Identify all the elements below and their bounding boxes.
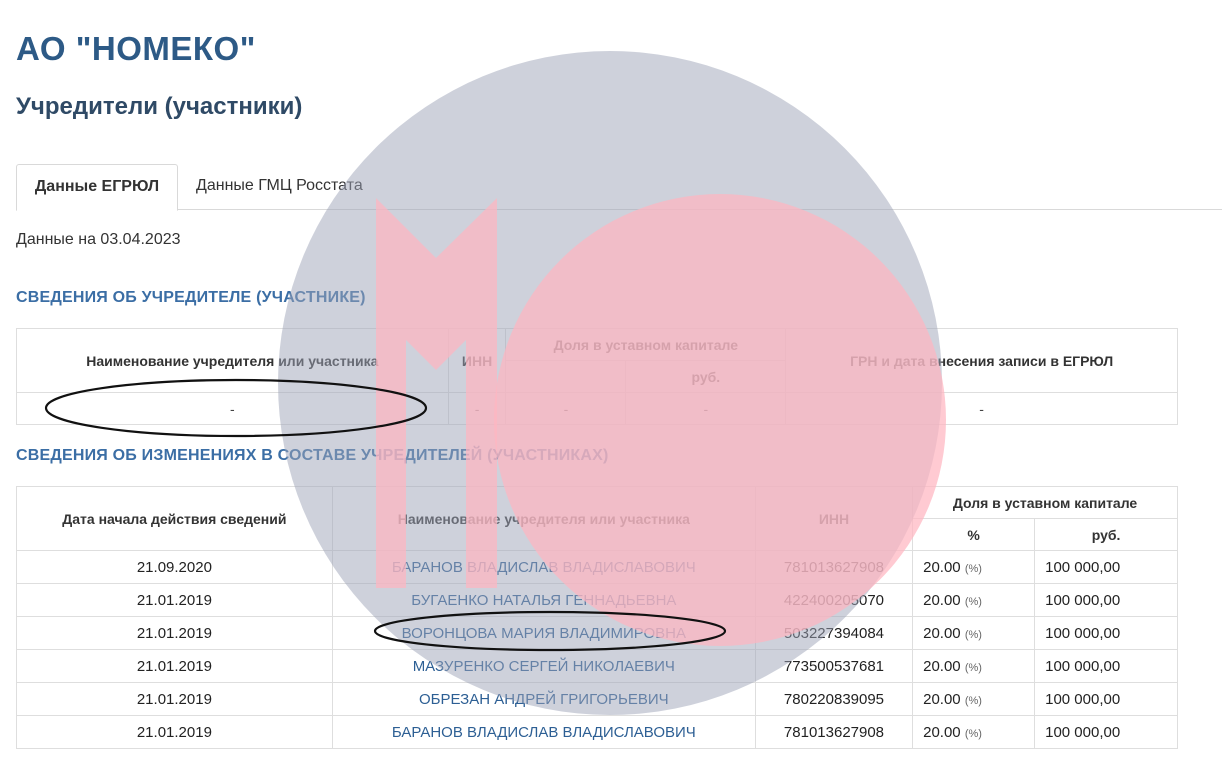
- cell-inn: 503227394084: [754, 616, 914, 650]
- pct-value: 20.00: [923, 624, 961, 642]
- founder-link[interactable]: БУГАЕНКО НАТАЛЬЯ ГЕННАДЬЕВНА: [411, 592, 676, 609]
- table-row: 21.01.2019 БАРАНОВ ВЛАДИСЛАВ ВЛАДИСЛАВОВИ…: [16, 715, 1178, 749]
- table-row: 21.01.2019 МАЗУРЕНКО СЕРГЕЙ НИКОЛАЕВИЧ 773…: [16, 649, 1178, 683]
- cell-inn: 773500537681: [754, 649, 914, 683]
- cell-name: МАЗУРЕНКО СЕРГЕЙ НИКОЛАЕВИЧ: [331, 649, 756, 683]
- founder-link[interactable]: БАРАНОВ ВЛАДИСЛАВ ВЛАДИСЛАВОВИЧ: [392, 724, 696, 741]
- cell-date: 21.01.2019: [16, 616, 333, 650]
- cell-rub: 100 000,00: [1034, 649, 1178, 683]
- tab-egrul[interactable]: Данные ЕГРЮЛ: [16, 164, 178, 211]
- cell-name: ВОРОНЦОВА МАРИЯ ВЛАДИМИРОВНА: [331, 616, 756, 650]
- table-row: 21.09.2020 БАРАНОВ ВЛАДИСЛАВ ВЛАДИСЛАВОВИ…: [16, 550, 1178, 584]
- cell-pct: 20.00 (%): [912, 682, 1036, 716]
- cell-rub: 100 000,00: [1034, 550, 1178, 584]
- col-header-share: Доля в уставном капитале: [912, 486, 1178, 519]
- col-header-name: Наименование учредителя или участника: [16, 328, 449, 393]
- cell-name: БАРАНОВ ВЛАДИСЛАВ ВЛАДИСЛАВОВИЧ: [331, 715, 756, 749]
- col-header-pct: %: [912, 518, 1036, 551]
- cell-date: 21.01.2019: [16, 649, 333, 683]
- founder-link[interactable]: БАРАНОВ ВЛАДИСЛАВ ВЛАДИСЛАВОВИЧ: [392, 559, 696, 576]
- col-header-rub: руб.: [625, 360, 787, 393]
- cell-pct: 20.00 (%): [912, 583, 1036, 617]
- tab-gmc-rosstat[interactable]: Данные ГМЦ Росстата: [196, 164, 363, 208]
- col-header-share: Доля в уставном капитале: [505, 328, 787, 361]
- cell-pct: 20.00 (%): [912, 616, 1036, 650]
- table-row: 21.01.2019 ОБРЕЗАН АНДРЕЙ ГРИГОРЬЕВИЧ 7802…: [16, 682, 1178, 716]
- col-header-name: Наименование учредителя или участника: [331, 486, 756, 551]
- cell-share-pct: -: [505, 392, 627, 425]
- pct-suffix: (%): [964, 595, 982, 608]
- pct-value: 20.00: [923, 723, 961, 741]
- cell-share-rub: -: [625, 392, 787, 425]
- cell-rub: 100 000,00: [1034, 616, 1178, 650]
- cell-rub: 100 000,00: [1034, 583, 1178, 617]
- col-header-date: Дата начала действия сведений: [16, 486, 333, 551]
- pct-value: 20.00: [923, 657, 961, 675]
- cell-pct: 20.00 (%): [912, 649, 1036, 683]
- cell-inn: 781013627908: [754, 715, 914, 749]
- col-header-share-blank: [505, 360, 627, 393]
- data-date: Данные на 03.04.2023: [16, 231, 181, 248]
- pct-suffix: (%): [964, 727, 982, 740]
- pct-value: 20.00: [923, 690, 961, 708]
- pct-suffix: (%): [964, 562, 982, 575]
- pct-value: 20.00: [923, 591, 961, 609]
- cell-name: БУГАЕНКО НАТАЛЬЯ ГЕННАДЬЕВНА: [331, 583, 756, 617]
- cell-name: -: [16, 392, 449, 425]
- cell-rub: 100 000,00: [1034, 682, 1178, 716]
- pct-value: 20.00: [923, 558, 961, 576]
- cell-name: БАРАНОВ ВЛАДИСЛАВ ВЛАДИСЛАВОВИЧ: [331, 550, 756, 584]
- changes-table: Дата начала действия сведений Наименован…: [16, 486, 1178, 749]
- table-row: 21.01.2019 ВОРОНЦОВА МАРИЯ ВЛАДИМИРОВНА 50…: [16, 616, 1178, 650]
- cell-grn: -: [785, 392, 1178, 425]
- pct-suffix: (%): [964, 628, 982, 641]
- pct-suffix: (%): [964, 694, 982, 707]
- cell-inn: 780220839095: [754, 682, 914, 716]
- cell-pct: 20.00 (%): [912, 550, 1036, 584]
- table-row: - - - - -: [16, 392, 1178, 425]
- cell-inn: 781013627908: [754, 550, 914, 584]
- pct-suffix: (%): [964, 661, 982, 674]
- col-header-inn: ИНН: [754, 486, 914, 551]
- founder-link[interactable]: МАЗУРЕНКО СЕРГЕЙ НИКОЛАЕВИЧ: [413, 658, 675, 675]
- col-header-inn: ИНН: [447, 328, 507, 393]
- col-header-rub: руб.: [1034, 518, 1178, 551]
- cell-rub: 100 000,00: [1034, 715, 1178, 749]
- founder-link[interactable]: ВОРОНЦОВА МАРИЯ ВЛАДИМИРОВНА: [402, 625, 686, 642]
- cell-inn: -: [447, 392, 507, 425]
- cell-name: ОБРЕЗАН АНДРЕЙ ГРИГОРЬЕВИЧ: [331, 682, 756, 716]
- founder-table: Наименование учредителя или участника ИН…: [16, 328, 1178, 425]
- cell-date: 21.01.2019: [16, 682, 333, 716]
- page-title: Учредители (участники): [16, 93, 303, 120]
- cell-date: 21.09.2020: [16, 550, 333, 584]
- cell-date: 21.01.2019: [16, 583, 333, 617]
- cell-inn: 422400205070: [754, 583, 914, 617]
- cell-pct: 20.00 (%): [912, 715, 1036, 749]
- founder-section-title: СВЕДЕНИЯ ОБ УЧРЕДИТЕЛЕ (УЧАСТНИКЕ): [16, 289, 366, 306]
- cell-date: 21.01.2019: [16, 715, 333, 749]
- col-header-grn: ГРН и дата внесения записи в ЕГРЮЛ: [785, 328, 1178, 393]
- company-name: АО "НОМЕКО": [16, 30, 256, 67]
- tab-bar: Данные ЕГРЮЛ Данные ГМЦ Росстата: [16, 164, 1222, 211]
- founder-link[interactable]: ОБРЕЗАН АНДРЕЙ ГРИГОРЬЕВИЧ: [419, 691, 669, 708]
- changes-section-title: СВЕДЕНИЯ ОБ ИЗМЕНЕНИЯХ В СОСТАВЕ УЧРЕДИТ…: [16, 447, 609, 464]
- table-row: 21.01.2019 БУГАЕНКО НАТАЛЬЯ ГЕННАДЬЕВНА 42…: [16, 583, 1178, 617]
